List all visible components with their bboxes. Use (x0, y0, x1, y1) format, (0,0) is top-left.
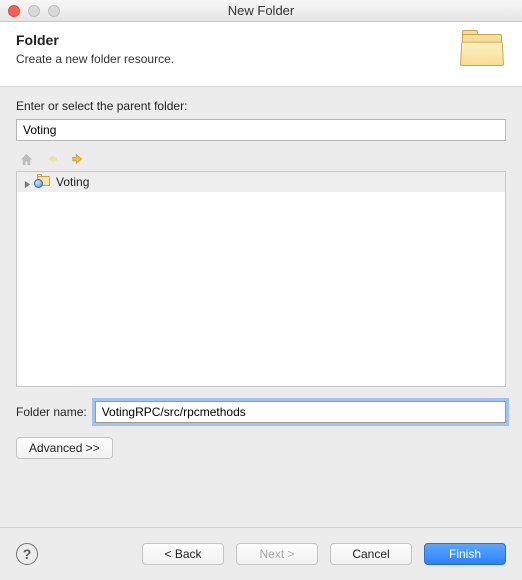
folder-name-input[interactable] (95, 401, 506, 423)
help-button[interactable]: ? (16, 543, 38, 565)
back-button[interactable]: < Back (142, 543, 224, 565)
dialog-body: Enter or select the parent folder: Votin… (0, 87, 522, 459)
folder-tree[interactable]: Voting (16, 171, 506, 387)
header-subtitle: Create a new folder resource. (16, 52, 174, 66)
tree-row-label: Voting (56, 175, 89, 189)
wizard-buttons: < Back Next > Cancel Finish (142, 543, 506, 565)
folder-name-row: Folder name: (16, 401, 506, 423)
header-title: Folder (16, 32, 174, 48)
dialog-footer: ? < Back Next > Cancel Finish (0, 528, 522, 580)
next-button: Next > (236, 543, 318, 565)
tree-toolbar (16, 149, 506, 171)
finish-button[interactable]: Finish (424, 543, 506, 565)
parent-folder-label: Enter or select the parent folder: (16, 99, 506, 113)
advanced-button[interactable]: Advanced >> (16, 437, 113, 459)
home-icon[interactable] (18, 151, 34, 167)
title-bar: New Folder (0, 0, 522, 22)
cancel-button[interactable]: Cancel (330, 543, 412, 565)
folder-icon (458, 30, 506, 72)
project-folder-icon (36, 175, 52, 189)
tree-row[interactable]: Voting (17, 172, 505, 192)
window-title: New Folder (0, 3, 522, 18)
parent-folder-input[interactable] (16, 119, 506, 141)
disclosure-triangle-icon[interactable] (23, 178, 32, 187)
dialog-header: Folder Create a new folder resource. (0, 22, 522, 87)
folder-name-label: Folder name: (16, 405, 87, 419)
arrow-left-icon[interactable] (44, 151, 60, 167)
arrow-right-icon[interactable] (70, 151, 86, 167)
